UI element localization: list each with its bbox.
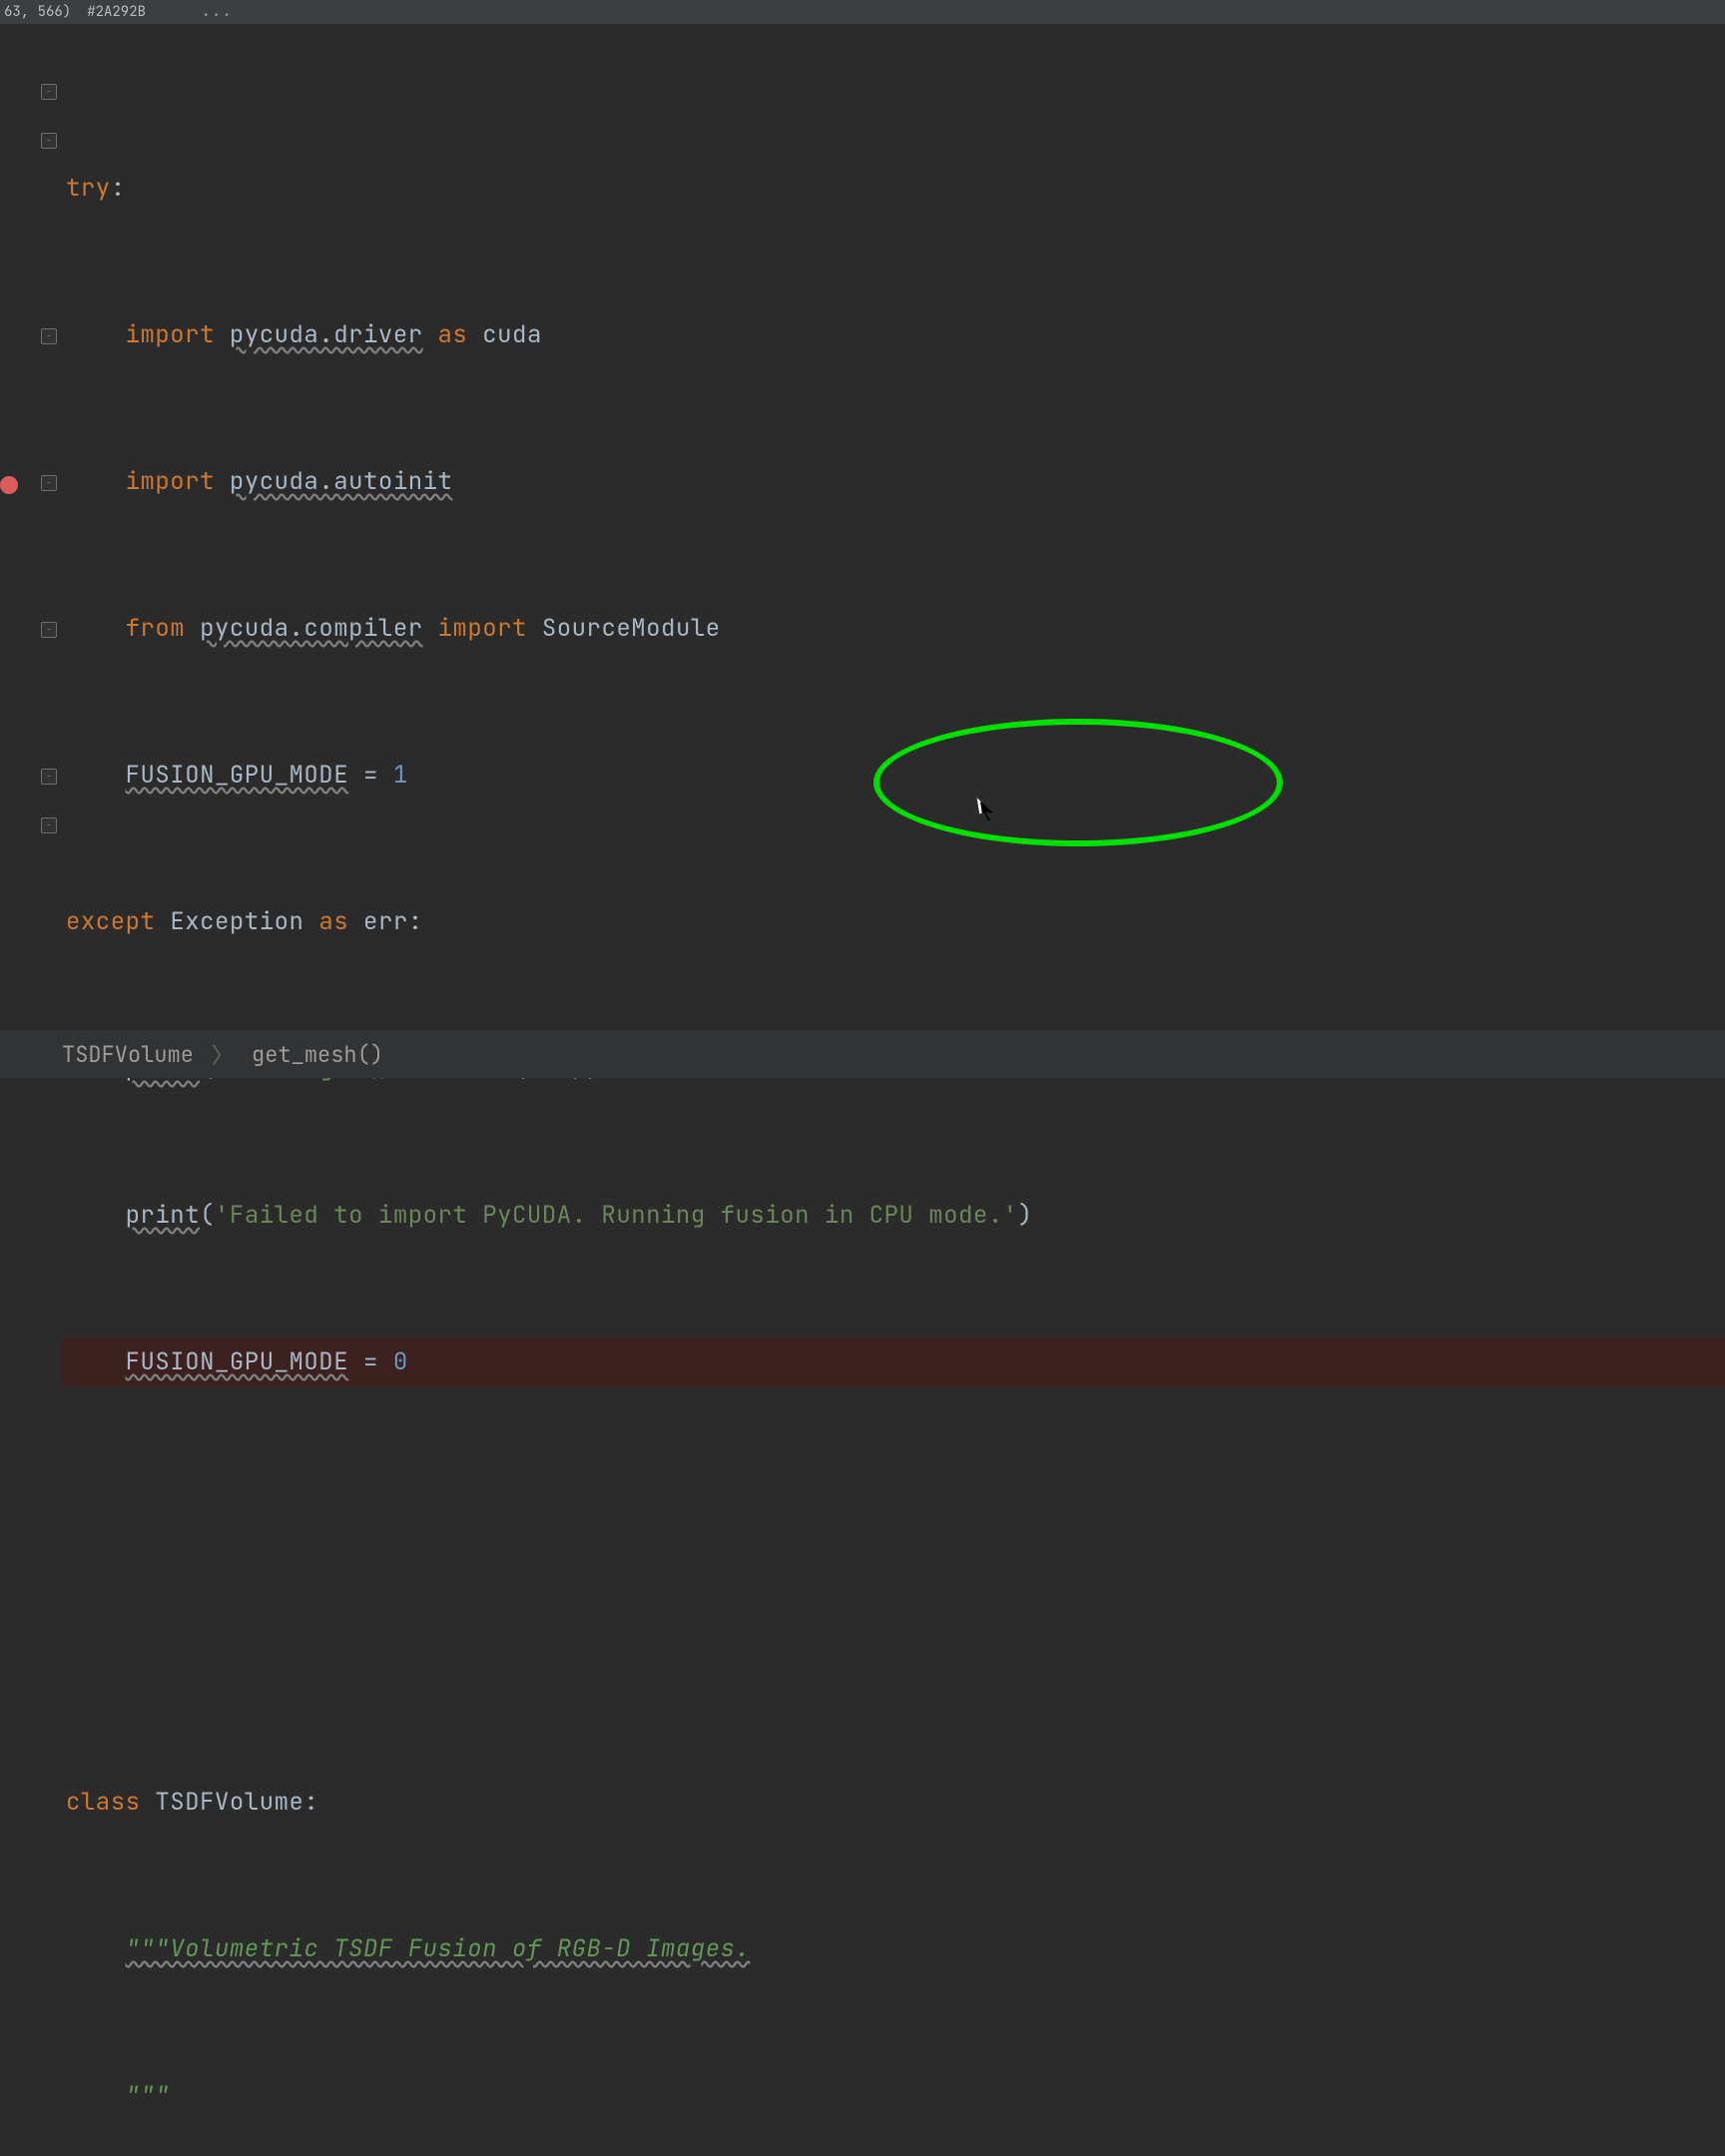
tab-overflow-dots[interactable]: ... (202, 3, 233, 21)
fold-toggle[interactable] (41, 133, 57, 149)
breadcrumb-item[interactable]: TSDFVolume (62, 1040, 194, 1069)
fold-toggle[interactable] (41, 817, 57, 833)
fold-toggle[interactable] (41, 84, 57, 100)
fold-toggle[interactable] (41, 622, 57, 638)
color-hex: #2A292B (87, 3, 146, 21)
code-line: try: (62, 164, 1725, 213)
code-editor[interactable]: try: import pycuda.driver as cuda import… (62, 38, 1725, 1016)
editor-scrollbar[interactable] (1713, 24, 1725, 1016)
fold-toggle[interactable] (41, 328, 57, 344)
code-line: FUSION_GPU_MODE = 1 (62, 751, 1725, 800)
breadcrumb-item[interactable]: get_mesh() (252, 1040, 383, 1069)
code-line (62, 1631, 1725, 1680)
top-info-bar: 63, 566) #2A292B ... (0, 0, 1725, 24)
breakpoint-marker[interactable] (0, 476, 18, 494)
code-line: print('Failed to import PyCUDA. Running … (62, 1191, 1725, 1240)
code-line: import pycuda.driver as cuda (62, 310, 1725, 359)
code-line: class TSDFVolume: (62, 1778, 1725, 1827)
fold-toggle[interactable] (41, 769, 57, 785)
status-gap (0, 1016, 1725, 1030)
chevron-right-icon: 〉 (212, 1038, 234, 1070)
code-line: """Volumetric TSDF Fusion of RGB-D Image… (62, 1924, 1725, 1973)
code-line: from pycuda.compiler import SourceModule (62, 604, 1725, 653)
code-line: import pycuda.autoinit (62, 457, 1725, 506)
code-line (62, 1484, 1725, 1533)
code-line: """ (62, 2071, 1725, 2120)
breadcrumb: TSDFVolume 〉 get_mesh() (0, 1030, 1725, 1078)
editor-gutter (0, 24, 62, 1016)
code-line-breakpoint: FUSION_GPU_MODE = 0 (62, 1338, 1725, 1386)
fold-toggle[interactable] (41, 475, 57, 491)
code-line: except Exception as err: (62, 897, 1725, 946)
cursor-coords: 63, 566) (4, 3, 71, 21)
